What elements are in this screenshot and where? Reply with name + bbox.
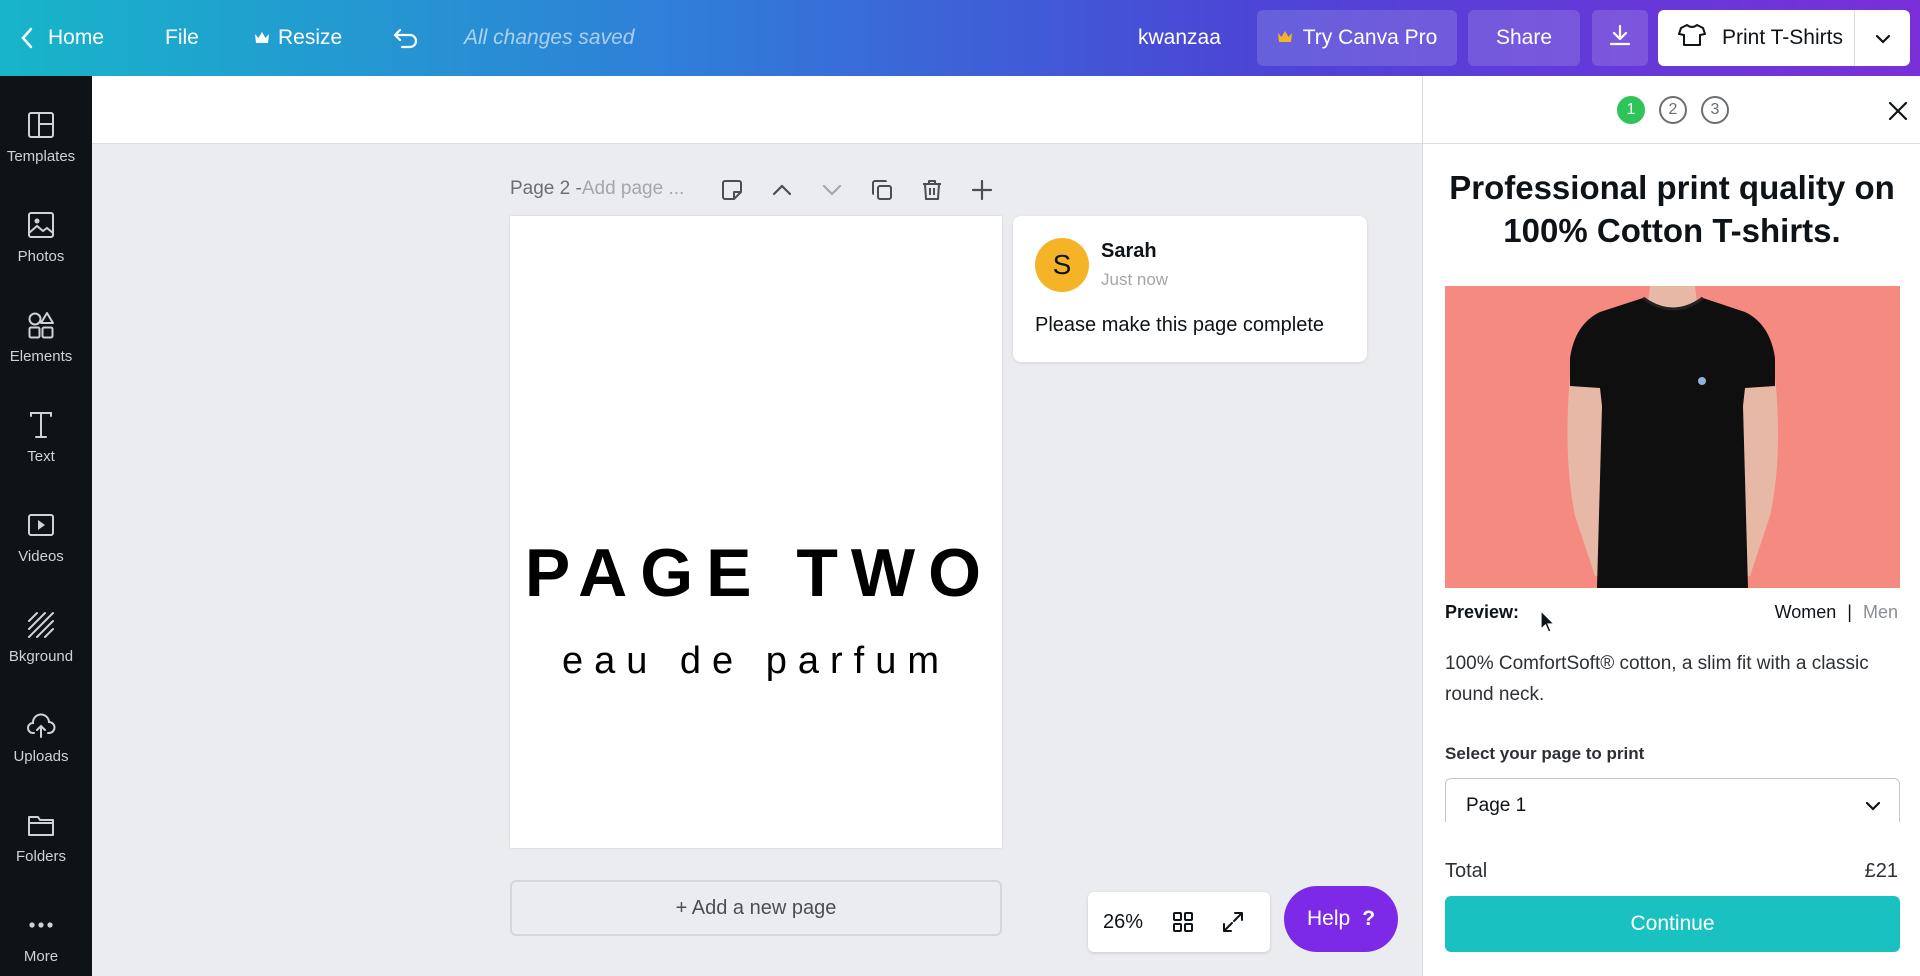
tshirt-icon bbox=[1678, 23, 1706, 53]
sidebar-item-text[interactable]: Text bbox=[0, 392, 82, 482]
women-option[interactable]: Women bbox=[1775, 602, 1837, 622]
sidebar-item-elements[interactable]: Elements bbox=[0, 292, 82, 382]
comment-time: Just now bbox=[1101, 270, 1169, 289]
page-header: Page 2 - Add page ... bbox=[510, 174, 684, 204]
page-select-value: Page 1 bbox=[1466, 795, 1527, 816]
add-page-button[interactable] bbox=[966, 174, 998, 206]
videos-icon bbox=[28, 513, 54, 536]
preview-label: Preview: bbox=[1445, 602, 1520, 622]
grid-view-button[interactable] bbox=[1158, 910, 1208, 934]
sidebar-item-background[interactable]: Bkground bbox=[0, 592, 82, 682]
comment-author: Sarah bbox=[1101, 240, 1157, 262]
help-button[interactable]: Help ? bbox=[1284, 886, 1398, 952]
editor-toolbar bbox=[92, 76, 1422, 144]
sidebar-item-videos[interactable]: Videos bbox=[0, 492, 82, 582]
try-pro-button[interactable]: Try Canva Pro bbox=[1257, 10, 1457, 66]
elements-icon bbox=[28, 311, 54, 338]
expand-icon bbox=[1223, 912, 1243, 932]
mouse-cursor-icon bbox=[1540, 609, 1556, 639]
chevron-down-icon bbox=[822, 184, 842, 196]
file-menu[interactable]: File bbox=[165, 0, 199, 76]
sidebar-item-templates[interactable]: Templates bbox=[0, 92, 82, 182]
comment-card[interactable]: S Sarah Just now Please make this page c… bbox=[1013, 216, 1367, 362]
product-description: 100% ComfortSoft® cotton, a slim fit wit… bbox=[1445, 653, 1869, 705]
left-sidebar: Templates Photos Elements Text Videos Bk… bbox=[0, 76, 92, 976]
home-button[interactable]: Home bbox=[20, 0, 104, 76]
gender-separator: | bbox=[1847, 602, 1852, 622]
close-panel-button[interactable] bbox=[1883, 96, 1913, 126]
more-dots-icon bbox=[29, 921, 53, 928]
background-icon bbox=[28, 611, 54, 638]
top-bar: Home File Resize All changes saved kwanz… bbox=[0, 0, 1920, 76]
download-icon bbox=[1608, 23, 1632, 53]
comment-text: Please make this page complete bbox=[1035, 314, 1325, 336]
men-option[interactable]: Men bbox=[1863, 602, 1898, 622]
total-label: Total bbox=[1445, 860, 1488, 882]
download-button[interactable] bbox=[1592, 10, 1648, 66]
print-tshirts-button[interactable]: Print T-Shirts bbox=[1658, 10, 1910, 66]
text-icon bbox=[30, 411, 52, 438]
share-button[interactable]: Share bbox=[1468, 10, 1580, 66]
chevron-down-icon bbox=[1865, 795, 1881, 817]
avatar: S bbox=[1035, 238, 1089, 292]
folder-icon bbox=[28, 815, 54, 836]
sidebar-item-uploads[interactable]: Uploads bbox=[0, 692, 82, 782]
plus-icon bbox=[971, 179, 993, 201]
total-value: £21 bbox=[1864, 860, 1898, 882]
close-icon bbox=[1888, 101, 1908, 121]
step-3: 3 bbox=[1701, 96, 1729, 124]
delete-page-button[interactable] bbox=[916, 174, 948, 206]
upload-cloud-icon bbox=[27, 713, 56, 738]
undo-icon bbox=[392, 27, 420, 49]
grid-icon bbox=[1173, 912, 1193, 932]
sidebar-item-photos[interactable]: Photos bbox=[0, 192, 82, 282]
canvas-subtitle-text[interactable]: eau de parfum bbox=[510, 640, 1002, 683]
move-page-down-button[interactable] bbox=[816, 174, 848, 206]
design-canvas[interactable]: PAGE TWO eau de parfum bbox=[510, 216, 1002, 848]
note-icon bbox=[722, 180, 742, 200]
page-number: Page 2 - bbox=[510, 178, 582, 199]
project-name[interactable]: kwanzaa bbox=[1138, 0, 1221, 76]
sidebar-item-folders[interactable]: Folders bbox=[0, 792, 82, 882]
duplicate-page-button[interactable] bbox=[866, 174, 898, 206]
print-panel: 1 2 3 Professional print quality on 100%… bbox=[1422, 76, 1920, 976]
chevron-down-icon bbox=[1875, 26, 1891, 50]
crown-icon bbox=[1277, 26, 1293, 50]
zoom-level[interactable]: 26% bbox=[1088, 911, 1158, 934]
photos-icon bbox=[28, 211, 54, 238]
sidebar-item-more[interactable]: More bbox=[0, 892, 82, 976]
zoom-controls: 26% bbox=[1088, 892, 1270, 952]
panel-heading: Professional print quality on 100% Cotto… bbox=[1449, 169, 1895, 249]
duplicate-icon bbox=[872, 180, 892, 200]
page-title-input[interactable]: Add page ... bbox=[582, 178, 684, 200]
tshirt-preview-image bbox=[1445, 286, 1900, 588]
gender-toggle: Women | Men bbox=[1775, 602, 1898, 623]
chevron-up-icon bbox=[772, 184, 792, 196]
step-1: 1 bbox=[1617, 96, 1645, 124]
step-indicator: 1 2 3 bbox=[1617, 96, 1729, 124]
print-options-dropdown[interactable] bbox=[1854, 10, 1910, 66]
add-new-page-button[interactable]: + Add a new page bbox=[510, 880, 1002, 936]
chevron-left-icon bbox=[20, 27, 34, 49]
move-page-up-button[interactable] bbox=[766, 174, 798, 206]
question-mark-icon: ? bbox=[1362, 907, 1376, 930]
undo-button[interactable] bbox=[392, 0, 420, 76]
step-2: 2 bbox=[1659, 96, 1687, 124]
resize-button[interactable]: Resize bbox=[254, 0, 342, 76]
select-page-label: Select your page to print bbox=[1445, 744, 1645, 763]
print-tshirts-main[interactable]: Print T-Shirts bbox=[1658, 10, 1854, 66]
fullscreen-button[interactable] bbox=[1208, 910, 1258, 934]
canvas-title-text[interactable]: PAGE TWO bbox=[510, 534, 1002, 612]
templates-icon bbox=[28, 111, 54, 138]
page-notes-button[interactable] bbox=[716, 174, 748, 206]
trash-icon bbox=[923, 180, 941, 200]
crown-icon bbox=[254, 31, 270, 45]
save-status: All changes saved bbox=[464, 26, 635, 49]
continue-button[interactable]: Continue bbox=[1445, 896, 1900, 952]
panel-divider bbox=[1423, 143, 1920, 144]
